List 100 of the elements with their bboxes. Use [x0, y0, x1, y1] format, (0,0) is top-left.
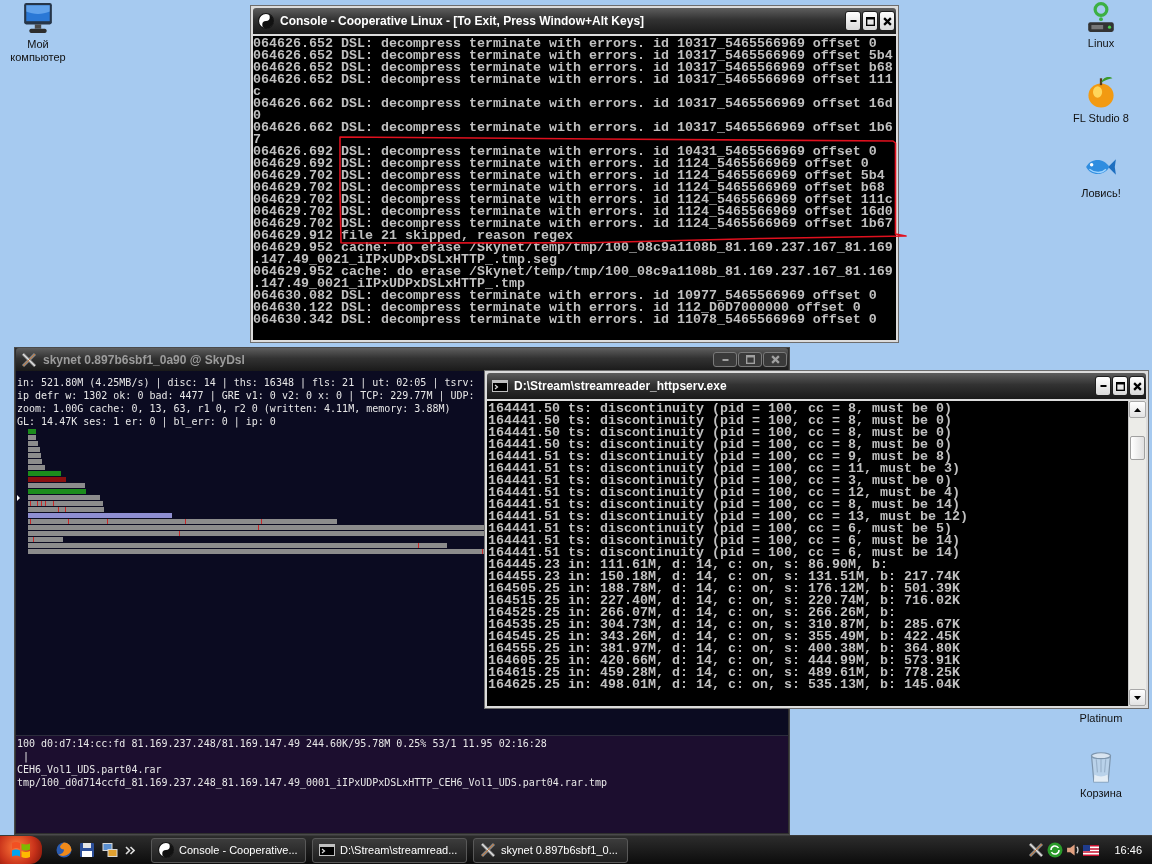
scroll-down-button[interactable]	[1129, 689, 1146, 706]
console-line: 164555.25 in: 381.97M, d: 14, c: on, s: 400.38M, b: 364.80K	[488, 643, 960, 655]
scrollbar-thumb[interactable]	[1130, 436, 1145, 460]
console-line: 164441.50 ts: discontinuity (pid = 100, cc = 8, must be 0)	[488, 427, 952, 439]
desktop-icon-label[interactable]: Мой компьютер	[3, 38, 73, 64]
status-line: zoom: 1.00G cache: 0, 13, 63, r1 0, r2 0 (written: 4.11M, memory: 3.88M)	[17, 402, 451, 415]
scrollbar[interactable]	[1128, 401, 1146, 706]
sync-icon	[1047, 842, 1064, 858]
console-line: 164545.25 in: 343.26M, d: 14, c: on, s: 355.49M, b: 422.45K	[488, 631, 960, 643]
minimize-icon	[1099, 385, 1107, 387]
detail-line: CEH6_Vol1_UDS.part04.rar	[17, 763, 162, 776]
console-line: 064626.652 DSL: decompress terminate with errors. id 10317_5465566969 offset 0	[253, 38, 877, 50]
console-line: 164445.23 in: 111.61M, d: 14, c: on, s: 86.90M, b:	[488, 559, 888, 571]
windows-logo-icon	[11, 841, 31, 859]
console-line: 164441.51 ts: discontinuity (pid = 100, cc = 9, must be 8)	[488, 451, 952, 463]
console-line: .147.49_0021_iIPxUDPxDSLxHTTP_.tmp	[253, 278, 525, 290]
console-line: 164441.50 ts: discontinuity (pid = 100, cc = 8, must be 0)	[488, 415, 952, 427]
minimize-button[interactable]	[845, 11, 861, 31]
yin-yang-icon	[258, 13, 274, 29]
speaker-icon	[1066, 843, 1081, 857]
console-line: 164441.51 ts: discontinuity (pid = 100, cc = 6, must be 14)	[488, 535, 960, 547]
tray-clock[interactable]: 16:46	[1114, 844, 1142, 856]
console-line: .147.49_0021_iIPxUDPxDSLxHTTP_.tmp.seg	[253, 254, 557, 266]
globe-icon	[56, 842, 72, 858]
close-icon	[770, 355, 780, 364]
fruit-icon[interactable]	[1085, 76, 1117, 108]
minimize-button[interactable]	[1095, 376, 1111, 396]
status-line: in: 521.80M (4.25MB/s) | disc: 14 | ths: 16348 | fls: 21 | ut: 02:05 | tsrv:	[17, 376, 475, 389]
close-button[interactable]	[1129, 376, 1145, 396]
console-line: 064629.952 cache: do erase /Skynet/temp/tmp/100_08c9a1108b_81.169.237.167_81.169	[253, 266, 893, 278]
start-button[interactable]	[0, 836, 42, 864]
console-line: 164441.51 ts: discontinuity (pid = 100, cc = 11, must be 3)	[488, 463, 960, 475]
desktop-icon-label[interactable]: Linux	[1087, 37, 1115, 50]
console-line: 064626.652 DSL: decompress terminate with errors. id 10317_5465566969 offset 5b4	[253, 50, 893, 62]
console-line: 064626.652 DSL: decompress terminate with errors. id 10317_5465566969 offset 111	[253, 74, 893, 86]
quick-launch-button[interactable]	[79, 842, 95, 858]
console-line: 064630.082 DSL: decompress terminate with errors. id 10977_5465566969 offset 0	[253, 290, 877, 302]
maximize-icon	[865, 16, 875, 26]
console-line: 0	[253, 110, 261, 122]
console-line: 164625.25 in: 498.01M, d: 14, c: on, s: 535.13M, b: 145.04K	[488, 679, 960, 691]
taskbar-button[interactable]: Console - Cooperative...	[151, 837, 306, 863]
console-line: 064626.662 DSL: decompress terminate with errors. id 10317_5465566969 offset 16d	[253, 98, 893, 110]
console-line: 7	[253, 134, 261, 146]
console-line: 164505.25 in: 188.78M, d: 14, c: on, s: 176.12M, b: 501.39K	[488, 583, 960, 595]
terminal-icon	[492, 378, 508, 394]
desktop-icon-label[interactable]: Platinum	[1079, 712, 1123, 725]
taskbar-button[interactable]: D:\Stream\streamread...	[312, 837, 467, 863]
console-line: 064630.342 DSL: decompress terminate with errors. id 11078_5465566969 offset 0	[253, 314, 877, 326]
window-title: D:\Stream\streamreader_httpserv.exe	[514, 379, 727, 393]
detail-line: tmp/100_d0d714ccfd_81.169.237.248_81.169.147.49_0001_iIPxUDPxDSLxHTTP_CEH6_Vol1_UDS.part04.rar.tmp	[17, 776, 607, 789]
down-arrow-icon	[1134, 695, 1141, 700]
window-title: skynet 0.897b6sbf1_0a90 @ SkyDsl	[43, 352, 245, 367]
detail-line: |	[22, 750, 30, 763]
minimize-icon	[721, 358, 729, 361]
maximize-icon	[745, 355, 755, 364]
console-line: 064629.952 cache: do erase /Skynet/temp/tmp/100_08c9a1108b_81.169.237.167_81.169	[253, 242, 893, 254]
x-logo-icon	[1028, 842, 1045, 858]
status-line: ip defr w: 1302 ok: 0 bad: 4477 | GRE v1: 0 v2: 0 x: 0 | TCP: 229.77M | UDP:	[17, 389, 475, 402]
close-button[interactable]	[879, 11, 895, 31]
minimize-icon	[849, 20, 857, 22]
desktop-icon-label[interactable]: Корзина	[1080, 787, 1122, 800]
console-line: 164535.25 in: 304.73M, d: 14, c: on, s: 310.87M, b: 285.67K	[488, 619, 960, 631]
console-line: 164441.51 ts: discontinuity (pid = 100, cc = 8, must be 14)	[488, 499, 960, 511]
flag-icon	[1083, 844, 1100, 856]
console-line: 064629.702 DSL: decompress terminate with errors. id 1124_5465566969 offset 111c	[253, 194, 893, 206]
desktop-icon-label[interactable]: Ловись!	[1081, 187, 1121, 200]
console-line: 164441.51 ts: discontinuity (pid = 100, cc = 6, must be 5)	[488, 523, 952, 535]
console-line: 064630.122 DSL: decompress terminate with errors. id 112_D0D7000000 offset 0	[253, 302, 861, 314]
console-line: 064629.702 DSL: decompress terminate with errors. id 1124_5465566969 offset 16d0	[253, 206, 893, 218]
computer-icon[interactable]	[22, 2, 54, 34]
console-line: 064626.662 DSL: decompress terminate with errors. id 10317_5465566969 offset 1b6	[253, 122, 893, 134]
console-line: 164441.51 ts: discontinuity (pid = 100, cc = 13, must be 12)	[488, 511, 968, 523]
console-line: 164441.51 ts: discontinuity (pid = 100, cc = 6, must be 14)	[488, 547, 960, 559]
device-icon[interactable]	[1085, 1, 1117, 33]
console-line: 064629.702 DSL: decompress terminate with errors. id 1124_5465566969 offset b68	[253, 182, 885, 194]
monitors-icon	[102, 842, 118, 858]
desktop-icon-label[interactable]: FL Studio 8	[1073, 112, 1129, 125]
console-line: 164441.51 ts: discontinuity (pid = 100, cc = 12, must be 4)	[488, 487, 960, 499]
console-line: 164441.51 ts: discontinuity (pid = 100, cc = 3, must be 0)	[488, 475, 952, 487]
console-line: c	[253, 86, 261, 98]
x-logo-icon	[21, 351, 37, 368]
quick-launch-button[interactable]	[102, 842, 118, 858]
maximize-icon	[1115, 381, 1125, 391]
maximize-button[interactable]	[862, 11, 878, 31]
console-line: 164605.25 in: 420.66M, d: 14, c: on, s: 444.99M, b: 573.91K	[488, 655, 960, 667]
up-arrow-icon	[1134, 407, 1141, 412]
status-line: GL: 14.47K ses: 1 er: 0 | bl_err: 0 | ip: 0	[17, 415, 276, 428]
console-line: 164441.50 ts: discontinuity (pid = 100, cc = 8, must be 0)	[488, 439, 952, 451]
quick-launch-button[interactable]	[56, 842, 72, 858]
console-line: 164441.50 ts: discontinuity (pid = 100, cc = 8, must be 0)	[488, 403, 952, 415]
quick-launch-button[interactable]	[125, 845, 135, 855]
scroll-up-button[interactable]	[1129, 401, 1146, 418]
maximize-button[interactable]	[1112, 376, 1128, 396]
console-line: 064626.692 DSL: decompress terminate with errors. id 10431_5465566969 offset 0	[253, 146, 877, 158]
console-line: 164615.25 in: 459.28M, d: 14, c: on, s: 489.61M, b: 778.25K	[488, 667, 960, 679]
detail-line: 100 d0:d7:14:cc:fd 81.169.237.248/81.169.147.49 244.60K/95.78M 0.25% 53/1 11.95 02:16:28	[17, 737, 547, 750]
terminal-icon	[319, 842, 335, 858]
close-icon	[882, 16, 892, 26]
window-title: Console - Cooperative Linux - [To Exit, Press Window+Alt Keys]	[280, 14, 645, 28]
taskbar-button[interactable]: skynet 0.897b6sbf1_0...	[473, 837, 628, 863]
